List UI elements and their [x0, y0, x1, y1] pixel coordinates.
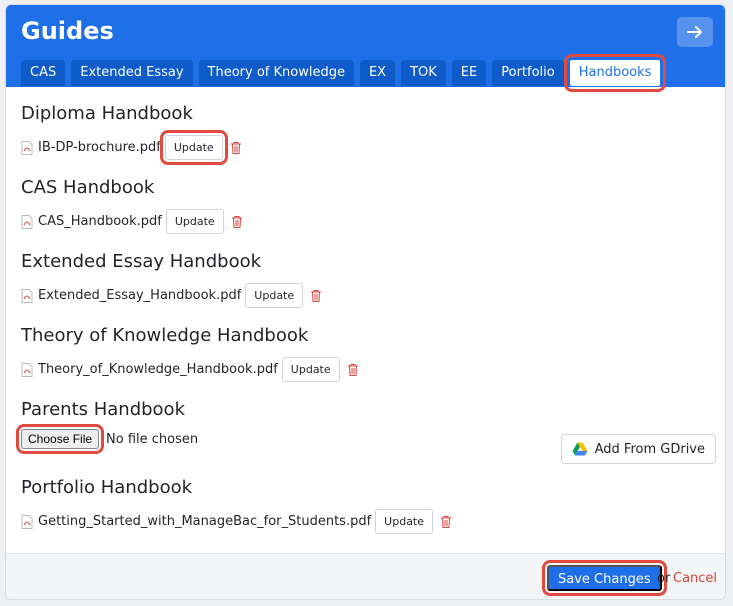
- trash-icon[interactable]: [440, 515, 452, 528]
- update-button[interactable]: Update: [375, 509, 434, 534]
- google-drive-icon: [572, 442, 588, 456]
- section-title: Theory of Knowledge Handbook: [21, 325, 309, 346]
- trash-icon[interactable]: [347, 363, 359, 376]
- or-label: or: [657, 571, 671, 586]
- section-title: Portfolio Handbook: [21, 477, 193, 498]
- no-file-label: No file chosen: [106, 431, 199, 447]
- tab-bar: CAS Extended Essay Theory of Knowledge E…: [21, 54, 667, 92]
- tab-tok[interactable]: TOK: [401, 60, 446, 86]
- tab-theory-of-knowledge[interactable]: Theory of Knowledge: [198, 60, 354, 86]
- file-upload-row: Choose File No file chosen: [15, 424, 199, 454]
- trash-icon[interactable]: [310, 289, 322, 302]
- file-link[interactable]: Theory_of_Knowledge_Handbook.pdf: [38, 362, 278, 377]
- gdrive-label: Add From GDrive: [594, 441, 705, 457]
- file-row: Extended_Essay_Handbook.pdf Update: [21, 283, 322, 308]
- choose-file-button[interactable]: Choose File: [15, 424, 105, 454]
- file-link[interactable]: Extended_Essay_Handbook.pdf: [38, 288, 241, 303]
- save-changes-button[interactable]: Save Changes: [542, 560, 667, 596]
- pdf-file-icon: [21, 214, 33, 229]
- arrow-right-icon: [687, 26, 702, 38]
- footer: Save Changes or Cancel: [6, 553, 725, 599]
- tab-cas[interactable]: CAS: [21, 60, 66, 86]
- pdf-file-icon: [21, 362, 33, 377]
- trash-icon[interactable]: [230, 141, 242, 154]
- section-title: Diploma Handbook: [21, 103, 193, 124]
- update-button[interactable]: Update: [281, 357, 340, 382]
- section-title: Parents Handbook: [21, 399, 185, 420]
- pdf-file-icon: [21, 140, 33, 155]
- tab-ee[interactable]: EE: [451, 60, 487, 86]
- update-button[interactable]: Update: [159, 130, 228, 165]
- tab-ex[interactable]: EX: [359, 60, 396, 86]
- tab-handbooks[interactable]: Handbooks: [563, 54, 667, 92]
- pdf-file-icon: [21, 288, 33, 303]
- file-link[interactable]: CAS_Handbook.pdf: [38, 214, 162, 229]
- trash-icon[interactable]: [231, 215, 243, 228]
- file-row: Getting_Started_with_ManageBac_for_Stude…: [21, 509, 452, 534]
- add-from-gdrive-button[interactable]: Add From GDrive: [560, 434, 716, 464]
- pdf-file-icon: [21, 514, 33, 529]
- file-link[interactable]: Getting_Started_with_ManageBac_for_Stude…: [38, 514, 371, 529]
- file-row: IB-DP-brochure.pdf Update: [21, 130, 242, 165]
- tab-extended-essay[interactable]: Extended Essay: [71, 60, 193, 86]
- tab-portfolio[interactable]: Portfolio: [492, 60, 564, 86]
- file-row: Theory_of_Knowledge_Handbook.pdf Update: [21, 357, 359, 382]
- section-title: CAS Handbook: [21, 177, 155, 198]
- header: Guides CAS Extended Essay Theory of Know…: [6, 5, 725, 92]
- section-title: Extended Essay Handbook: [21, 251, 262, 272]
- update-button[interactable]: Update: [165, 209, 224, 234]
- next-button[interactable]: [677, 17, 713, 47]
- file-link[interactable]: IB-DP-brochure.pdf: [38, 140, 161, 155]
- update-button[interactable]: Update: [245, 283, 304, 308]
- file-row: CAS_Handbook.pdf Update: [21, 209, 243, 234]
- cancel-link[interactable]: Cancel: [673, 571, 717, 586]
- guides-modal: Guides CAS Extended Essay Theory of Know…: [5, 4, 726, 600]
- page-title: Guides: [21, 17, 114, 45]
